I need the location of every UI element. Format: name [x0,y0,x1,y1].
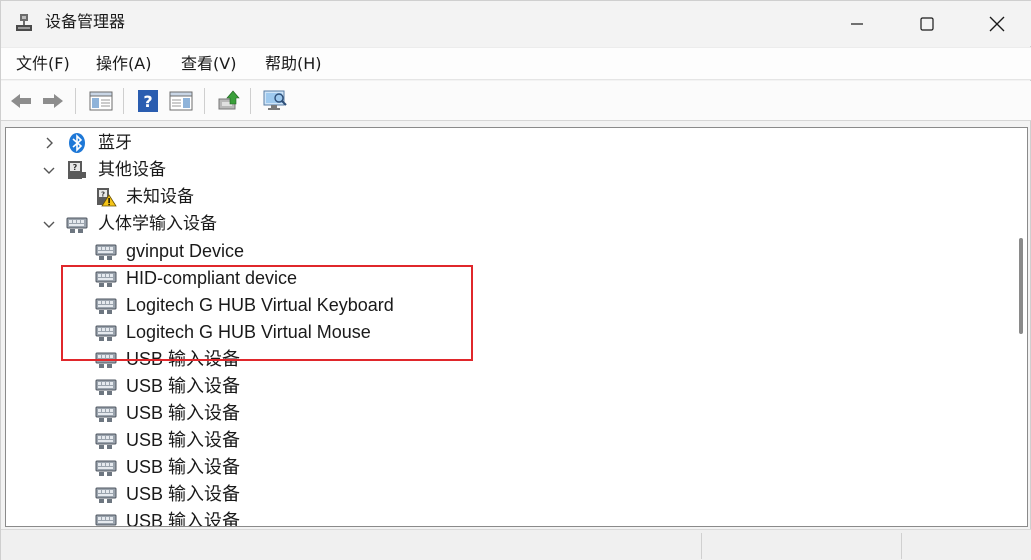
svg-text:?: ? [143,92,152,111]
tree-node-gvinput-device[interactable]: gvinput Device [6,238,1006,265]
tree-node-hid-category[interactable]: 人体学输入设备 [6,211,1006,238]
hid-icon [95,433,117,449]
maximize-icon [920,16,934,31]
tree-node-usb-input-device[interactable]: USB 输入设备 [6,454,1006,481]
bluetooth-icon [69,133,85,153]
tree-node-unknown-device[interactable]: ? 未知设备 [6,184,1006,211]
tree-node-label: USB 输入设备 [126,457,241,477]
toolbar-separator [75,88,76,114]
tree-node-usb-input-device[interactable]: USB 输入设备 [6,427,1006,454]
close-icon [989,16,1005,31]
device-manager-window: 设备管理器 文件(F) 操作(A) 查看(V) 帮助(H) ? 蓝牙 ? 其他设… [0,0,1031,560]
properties-panel-icon [169,91,193,111]
tree-node-bluetooth[interactable]: 蓝牙 [6,130,1006,157]
console-tree-icon [89,91,113,111]
help-icon: ? [138,90,158,112]
update-driver-button[interactable] [215,87,243,115]
menu-view[interactable]: 查看(V) [181,53,236,75]
back-button[interactable] [7,87,35,115]
chevron-down-icon[interactable] [42,163,56,177]
back-icon [11,94,31,108]
hid-icon [95,379,117,395]
status-bar-separator [901,533,902,559]
minimize-icon [851,22,863,25]
status-bar-separator [701,533,702,559]
tree-node-label: 人体学输入设备 [98,214,217,234]
hid-icon [95,487,117,503]
window-title: 设备管理器 [45,12,126,31]
other-devices-icon: ? [68,161,86,179]
menu-file[interactable]: 文件(F) [16,53,70,75]
menu-action[interactable]: 操作(A) [96,53,151,75]
forward-button[interactable] [39,87,67,115]
maximize-button[interactable] [892,1,962,46]
svg-text:?: ? [101,191,105,199]
tree-node-label: USB 输入设备 [126,484,241,504]
highlight-annotation-box [61,265,473,361]
tree-node-label: USB 输入设备 [126,511,241,527]
tree-node-usb-input-device[interactable]: USB 输入设备 [6,508,1006,527]
svg-text:?: ? [73,163,78,172]
tree-node-label: 其他设备 [98,160,166,180]
toolbar-separator [250,88,251,114]
hid-icon [95,460,117,476]
menu-bar: 文件(F) 操作(A) 查看(V) 帮助(H) [1,47,1031,80]
scan-hardware-icon [263,90,287,110]
tree-node-label: USB 输入设备 [126,403,241,423]
tree-node-other-devices[interactable]: ? 其他设备 [6,157,1006,184]
chevron-down-icon[interactable] [42,217,56,231]
scan-hardware-button[interactable] [261,87,289,115]
tree-node-usb-input-device[interactable]: USB 输入设备 [6,400,1006,427]
tree-node-label: 蓝牙 [98,133,132,153]
toolbar: ? [1,81,1031,121]
device-manager-app-icon [16,14,32,31]
tree-node-usb-input-device[interactable]: USB 输入设备 [6,373,1006,400]
title-bar[interactable]: 设备管理器 [1,1,1031,46]
status-bar [1,529,1031,560]
tree-node-label: USB 输入设备 [126,430,241,450]
hid-icon [66,217,88,233]
toolbar-separator [123,88,124,114]
toolbar-separator [204,88,205,114]
hid-icon [95,406,117,422]
unknown-device-warning-icon: ? [97,188,117,207]
tree-node-label: USB 输入设备 [126,376,241,396]
hid-icon [95,244,117,260]
update-driver-icon [218,90,240,110]
help-button[interactable]: ? [134,87,162,115]
show-hide-console-tree-button[interactable] [87,87,115,115]
device-tree[interactable]: 蓝牙 ? 其他设备 ? 未知设备 人体学输入设备 gvinput Device … [5,127,1028,527]
tree-node-usb-input-device[interactable]: USB 输入设备 [6,481,1006,508]
vertical-scrollbar[interactable] [1014,128,1027,526]
properties-pane-button[interactable] [167,87,195,115]
tree-node-label: gvinput Device [126,241,245,261]
tree-node-label: 未知设备 [126,187,194,207]
minimize-button[interactable] [822,1,892,46]
close-button[interactable] [962,1,1031,46]
chevron-right-icon[interactable] [42,136,56,150]
scrollbar-thumb[interactable] [1019,238,1023,334]
menu-help[interactable]: 帮助(H) [265,53,322,75]
hid-icon [95,514,117,526]
forward-icon [43,94,63,108]
